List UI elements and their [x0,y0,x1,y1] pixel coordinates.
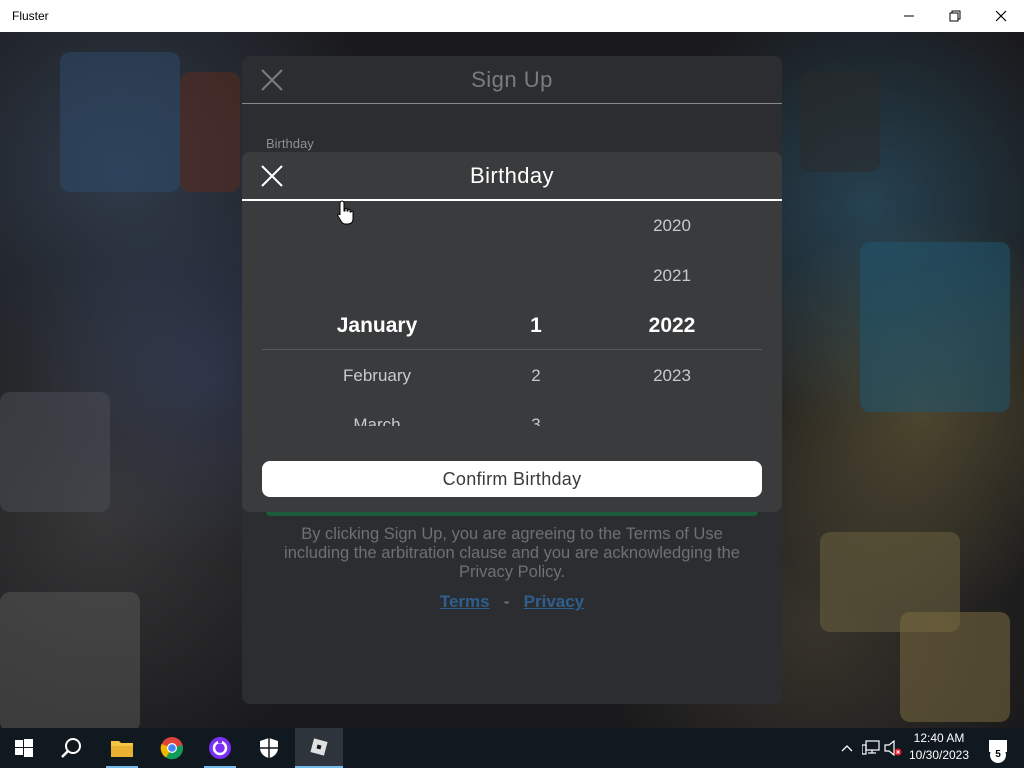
year-option[interactable]: 2020 [612,216,732,236]
app-button[interactable] [196,728,244,768]
day-option[interactable]: 2 [496,366,576,386]
close-window-button[interactable] [978,0,1024,32]
window-titlebar: Fluster [0,0,1024,32]
chevron-up-icon [841,745,853,752]
confirm-birthday-button[interactable]: Confirm Birthday [262,461,762,497]
search-button[interactable] [48,728,96,768]
day-option-selected[interactable]: 1 [496,314,576,338]
birthday-modal-header: Birthday [242,152,782,201]
month-option[interactable]: February [302,366,452,386]
legal-links: Terms - Privacy [242,592,782,612]
legal-text: By clicking Sign Up, you are agreeing to… [284,525,740,581]
clock-time: 12:40 AM [913,731,965,745]
roblox-icon [310,738,328,756]
link-separator: - [503,592,510,611]
network-icon [862,740,880,755]
system-clock[interactable]: 12:40 AM 10/30/2023 [900,730,978,766]
search-icon [61,738,81,758]
restore-icon [949,10,961,22]
folder-icon [111,741,133,757]
show-hidden-icons-button[interactable] [836,728,858,768]
birthday-close-button[interactable] [260,164,284,188]
signup-header: Sign Up [242,56,782,104]
month-column[interactable]: January February March [302,202,452,426]
restore-button[interactable] [932,0,978,32]
app-logo-icon [209,737,231,759]
network-button[interactable] [860,728,882,768]
window-title: Fluster [12,9,49,23]
notification-count-badge: 5 [990,747,1006,763]
roblox-button[interactable] [295,728,343,768]
close-icon [995,10,1007,22]
file-explorer-button[interactable] [98,728,146,768]
day-option[interactable]: 3 [496,415,576,426]
security-button[interactable] [245,728,293,768]
signup-title: Sign Up [471,66,553,92]
birthday-modal-title: Birthday [470,162,554,188]
year-option[interactable]: 2021 [612,266,732,286]
windows-start-icon [15,739,33,757]
year-column[interactable]: 2020 2021 2022 2023 [612,202,732,426]
close-icon [261,69,283,91]
month-option-selected[interactable]: January [302,314,452,338]
terms-link[interactable]: Terms [440,592,490,611]
privacy-link[interactable]: Privacy [524,592,585,611]
taskbar: 12:40 AM 10/30/2023 5 [0,728,1024,768]
signup-close-button[interactable] [260,68,284,92]
minimize-button[interactable] [886,0,932,32]
day-column[interactable]: 1 2 3 [496,202,576,426]
shield-icon [260,738,278,758]
month-option[interactable]: March [302,415,452,426]
action-center-button[interactable]: 5 [980,728,1016,768]
start-button[interactable] [0,728,48,768]
close-icon [261,165,283,187]
birthday-field-label: Birthday [266,136,314,151]
birthday-modal: Birthday January February March 1 2 3 20… [242,152,782,512]
chrome-icon [160,737,184,760]
chrome-button[interactable] [148,728,196,768]
date-picker[interactable]: January February March 1 2 3 2020 2021 2… [262,202,762,426]
hand-cursor-icon [337,200,354,225]
minimize-icon [904,15,914,17]
year-option[interactable]: 2023 [612,366,732,386]
clock-date: 10/30/2023 [908,748,970,762]
year-option-selected[interactable]: 2022 [612,314,732,338]
